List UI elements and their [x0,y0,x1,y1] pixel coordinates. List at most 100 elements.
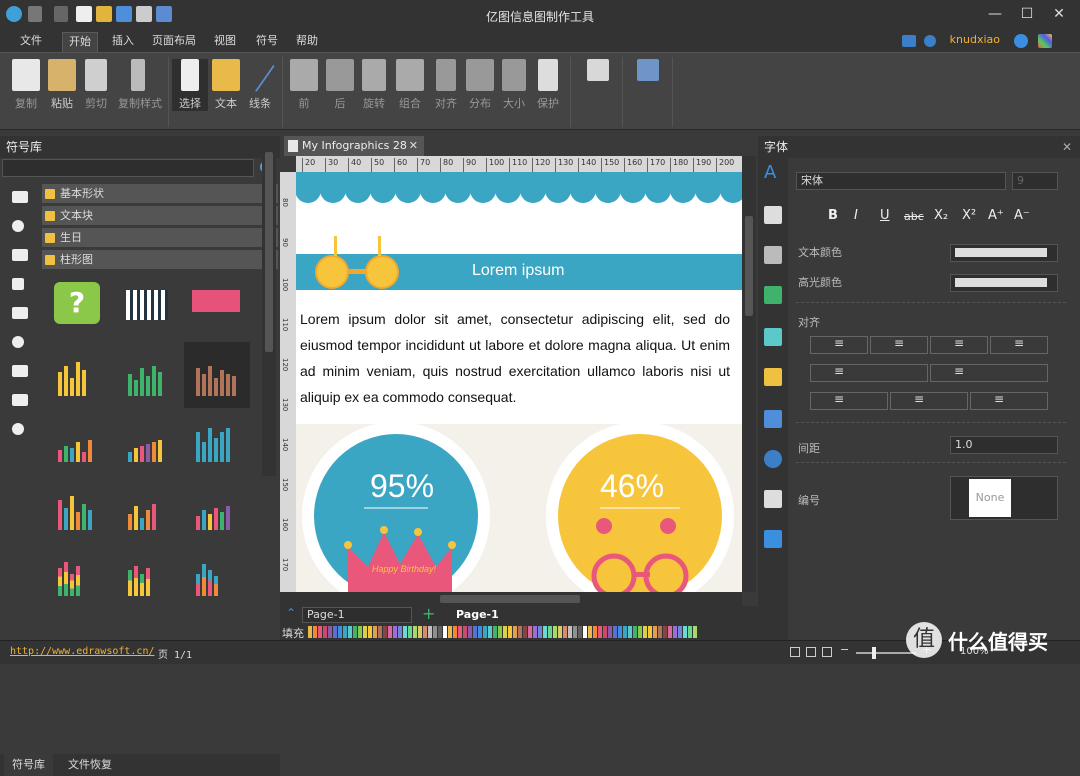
color-swatch[interactable] [493,626,497,638]
superscript-button[interactable]: X² [962,208,976,223]
paste-button[interactable]: 粘贴 [44,59,80,111]
send-back-button[interactable]: 后 [322,59,358,111]
color-swatch[interactable] [328,626,332,638]
symbol-thumb-ruler[interactable] [184,278,250,344]
symbol-thumb-stacked-3[interactable] [184,542,250,608]
bring-front-button[interactable]: 前 [286,59,322,111]
color-swatch[interactable] [333,626,337,638]
shrink-font-button[interactable]: A⁻ [1014,208,1030,223]
color-swatch[interactable] [588,626,592,638]
color-swatch[interactable] [523,626,527,638]
menu-symbol[interactable]: 符号 [250,32,284,52]
indent-button[interactable] [930,364,1048,382]
layer-panel-icon[interactable] [764,368,782,386]
website-link[interactable]: http://www.edrawsoft.cn/ [10,646,155,657]
symbol-search-input[interactable] [2,159,254,177]
share-icon[interactable] [902,35,916,47]
color-swatch[interactable] [593,626,597,638]
stat-value-1[interactable]: 95% [370,468,434,505]
color-swatch[interactable] [443,626,447,638]
align-button[interactable]: 对齐 [428,59,464,111]
color-swatch[interactable] [568,626,572,638]
color-swatch[interactable] [348,626,352,638]
body-paragraph[interactable]: Lorem ipsum dolor sit amet, consectetur … [300,306,730,410]
bold-button[interactable]: B [828,208,838,223]
color-swatch[interactable] [673,626,677,638]
category-birthday[interactable]: 生日✕ [42,228,278,248]
color-swatch[interactable] [423,626,427,638]
color-swatch[interactable] [388,626,392,638]
symbol-thumb-yellow-bars[interactable] [46,342,112,408]
color-swatch[interactable] [598,626,602,638]
color-swatch[interactable] [643,626,647,638]
color-swatch[interactable] [513,626,517,638]
color-swatch[interactable] [558,626,562,638]
color-swatch[interactable] [503,626,507,638]
font-panel-icon[interactable]: A [764,164,782,182]
pages-collapse-icon[interactable]: ⌃ [286,606,296,620]
color-swatch[interactable] [618,626,622,638]
select-button[interactable]: 选择 [172,59,208,111]
sidecat-pie[interactable] [8,213,36,239]
menu-page-layout[interactable]: 页面布局 [146,32,202,52]
color-swatch[interactable] [468,626,472,638]
color-swatch[interactable] [548,626,552,638]
color-swatch[interactable] [583,626,587,638]
highlight-color-picker[interactable] [950,274,1058,292]
strikethrough-button[interactable]: abc [904,210,924,223]
tab-symbol-library[interactable]: 符号库 [4,754,53,776]
color-swatch[interactable] [608,626,612,638]
color-swatch[interactable] [403,626,407,638]
category-basic-shapes[interactable]: 基本形状✕ [42,184,278,204]
size-button[interactable]: 大小 [496,59,532,111]
canvas-horizontal-scrollbar[interactable] [280,592,742,606]
menu-insert[interactable]: 插入 [106,32,140,52]
spacing-select[interactable]: 1.0 [950,436,1058,454]
scroll-thumb[interactable] [440,595,580,603]
settings-icon[interactable] [1014,34,1028,48]
color-swatch[interactable] [638,626,642,638]
view-normal-icon[interactable] [790,647,800,657]
align-center-button[interactable] [870,336,928,354]
symbol-thumb-multi-bars-3[interactable] [184,476,250,542]
sidecat-triangle[interactable] [8,387,36,413]
fill-panel-icon[interactable] [764,206,782,224]
color-swatch[interactable] [538,626,542,638]
align-left-button[interactable] [810,336,868,354]
theme-icon[interactable] [1038,34,1052,48]
tab-file-recovery[interactable]: 文件恢复 [60,754,120,776]
align-bottom-button[interactable] [970,392,1048,410]
align-middle-button[interactable] [890,392,968,410]
color-swatch[interactable] [648,626,652,638]
color-swatch[interactable] [383,626,387,638]
color-swatch[interactable] [498,626,502,638]
color-swatch[interactable] [573,626,577,638]
italic-button[interactable]: I [854,208,858,223]
justify-button[interactable] [990,336,1048,354]
sidecat-shapes[interactable] [8,184,36,210]
symbol-thumb-piano-bars[interactable] [116,278,182,344]
view-fit-icon[interactable] [822,647,832,657]
canvas-vertical-scrollbar[interactable] [742,156,756,592]
color-swatch[interactable] [683,626,687,638]
line-panel-icon[interactable] [764,246,782,264]
color-swatch[interactable] [433,626,437,638]
font-family-select[interactable]: 宋体 [796,172,1006,190]
color-swatch[interactable] [478,626,482,638]
color-swatch[interactable] [398,626,402,638]
scroll-thumb[interactable] [265,152,273,352]
color-swatch[interactable] [688,626,692,638]
color-swatch[interactable] [353,626,357,638]
symbol-thumb-green-bars[interactable] [116,342,182,408]
color-swatch[interactable] [368,626,372,638]
symbol-thumb-multi-bars-1[interactable] [46,476,112,542]
line-button[interactable]: 线条 [242,57,278,111]
add-page-icon[interactable]: + [422,604,435,623]
color-swatch[interactable] [408,626,412,638]
text-button[interactable]: 文本 [208,59,244,111]
symbol-thumb-teal-bars[interactable] [184,408,250,474]
color-swatch[interactable] [343,626,347,638]
font-size-select[interactable]: 9 [1012,172,1058,190]
color-swatch[interactable] [563,626,567,638]
color-swatch[interactable] [488,626,492,638]
